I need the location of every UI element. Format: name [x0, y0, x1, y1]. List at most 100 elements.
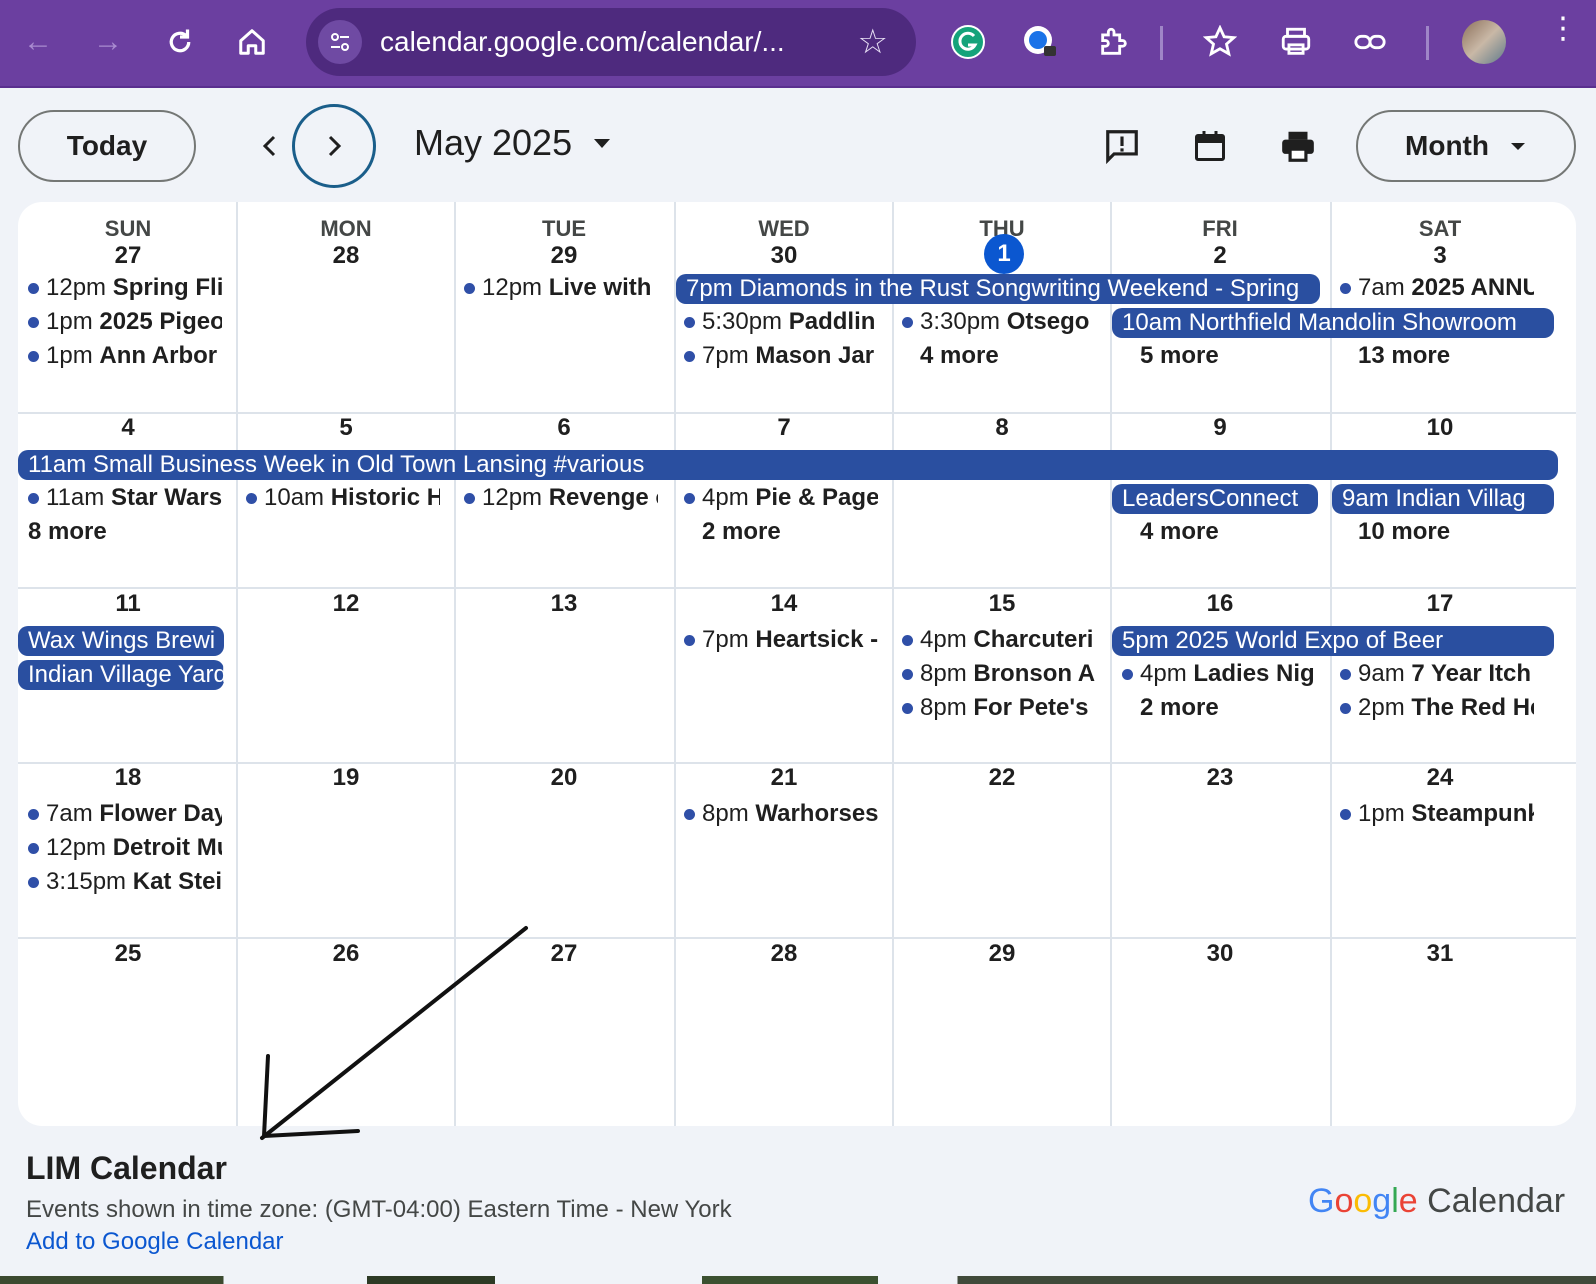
more-link[interactable]: 4 more [920, 340, 999, 372]
previous-month-icon[interactable] [250, 126, 290, 166]
event-chip[interactable]: 12pm Live with ( [462, 272, 658, 304]
event-chip[interactable]: 12pm Detroit Mu [26, 832, 222, 864]
event-chip[interactable]: 12pm Spring Flin [26, 272, 222, 304]
bookmark-star-icon[interactable]: ☆ [858, 22, 888, 62]
event-chip[interactable]: 8pm For Pete's [900, 692, 1096, 724]
date-number[interactable]: 24 [1330, 764, 1550, 792]
event-chip[interactable]: 3:30pm Otsego [900, 306, 1096, 338]
event-chip[interactable]: 1pm 2025 Pigeo [26, 306, 222, 338]
date-number[interactable]: 29 [892, 940, 1112, 968]
extensions-puzzle-icon[interactable] [1094, 22, 1134, 62]
print-calendar-icon[interactable] [1276, 124, 1320, 168]
date-number[interactable]: 18 [18, 764, 238, 792]
more-link[interactable]: 2 more [1140, 692, 1219, 724]
date-number[interactable]: 11 [18, 590, 238, 618]
calendar-icon[interactable] [1188, 124, 1232, 168]
grammarly-extension-icon[interactable] [948, 22, 988, 62]
date-number[interactable]: 15 [892, 590, 1112, 618]
date-number[interactable]: 28 [674, 940, 894, 968]
event-bar[interactable]: Wax Wings Brewi [18, 626, 224, 656]
event-chip[interactable]: 11am Star Wars [26, 482, 222, 514]
event-chip[interactable]: 1pm Ann Arbor I [26, 340, 222, 372]
more-link[interactable]: 8 more [28, 516, 107, 548]
reload-icon[interactable] [158, 20, 202, 64]
event-chip[interactable]: 4pm Pie & Page [682, 482, 878, 514]
today-button[interactable]: Today [18, 110, 196, 182]
more-link[interactable]: 10 more [1358, 516, 1450, 548]
back-icon[interactable]: ← [16, 20, 60, 64]
next-month-icon[interactable] [292, 104, 376, 188]
date-number[interactable]: 10 [1330, 414, 1550, 442]
add-to-google-calendar-link[interactable]: Add to Google Calendar [26, 1228, 284, 1256]
date-number[interactable]: 23 [1110, 764, 1330, 792]
date-number[interactable]: 16 [1110, 590, 1330, 618]
feedback-icon[interactable] [1100, 124, 1144, 168]
print-icon[interactable] [1276, 22, 1316, 62]
event-bar[interactable]: 5pm 2025 World Expo of Beer [1112, 626, 1554, 656]
event-chip[interactable]: 7am Flower Day [26, 798, 222, 830]
password-extension-icon[interactable] [1020, 22, 1060, 62]
event-chip[interactable]: 7pm Mason Jar [682, 340, 878, 372]
browser-menu-icon[interactable]: ⋮ [1548, 14, 1578, 44]
event-chip[interactable]: 7pm Heartsick - [682, 624, 878, 656]
home-icon[interactable] [230, 20, 274, 64]
date-number[interactable]: 25 [18, 940, 238, 968]
more-link[interactable]: 4 more [1140, 516, 1219, 548]
date-number[interactable]: 28 [236, 242, 456, 270]
date-number[interactable]: 12 [236, 590, 456, 618]
date-number[interactable]: 17 [1330, 590, 1550, 618]
date-number[interactable]: 6 [454, 414, 674, 442]
event-bar[interactable]: 9am Indian Villag [1332, 484, 1554, 514]
today-date-badge[interactable]: 1 [984, 234, 1024, 274]
date-number[interactable]: 5 [236, 414, 456, 442]
date-number[interactable]: 30 [674, 242, 894, 270]
event-chip[interactable]: 9am 7 Year Itch [1338, 658, 1534, 690]
view-selector-button[interactable]: Month [1356, 110, 1576, 182]
date-number[interactable]: 27 [18, 242, 238, 270]
date-number[interactable]: 14 [674, 590, 894, 618]
more-link[interactable]: 5 more [1140, 340, 1219, 372]
event-chip[interactable]: 5:30pm Paddlin [682, 306, 878, 338]
date-number[interactable]: 9 [1110, 414, 1330, 442]
date-number[interactable]: 30 [1110, 940, 1330, 968]
more-link[interactable]: 2 more [702, 516, 781, 548]
date-number[interactable]: 13 [454, 590, 674, 618]
date-number[interactable]: 2 [1110, 242, 1330, 270]
google-calendar-logo[interactable]: Google Calendar [1308, 1182, 1565, 1221]
link-icon[interactable] [1350, 22, 1390, 62]
forward-icon[interactable]: → [86, 20, 130, 64]
event-chip[interactable]: 8pm Bronson Ar [900, 658, 1096, 690]
date-number[interactable]: 7 [674, 414, 894, 442]
date-number[interactable]: 19 [236, 764, 456, 792]
event-chip[interactable]: 1pm Steampunk [1338, 798, 1534, 830]
event-bar[interactable]: 10am Northfield Mandolin Showroom [1112, 308, 1554, 338]
event-bar[interactable]: Indian Village Yard [18, 660, 224, 690]
event-chip[interactable]: 12pm Revenge o [462, 482, 658, 514]
event-chip[interactable]: 4pm Ladies Nig [1120, 658, 1316, 690]
date-number[interactable]: 20 [454, 764, 674, 792]
site-info-icon[interactable] [318, 20, 362, 64]
date-number[interactable]: 27 [454, 940, 674, 968]
more-link[interactable]: 13 more [1358, 340, 1450, 372]
date-number[interactable]: 29 [454, 242, 674, 270]
profile-avatar[interactable] [1462, 20, 1506, 64]
url-text[interactable]: calendar.google.com/calendar/... [380, 26, 785, 58]
event-chip[interactable]: 2pm The Red He [1338, 692, 1534, 724]
date-number[interactable]: 3 [1330, 242, 1550, 270]
event-chip[interactable]: 10am Historic H [244, 482, 440, 514]
bookmarks-star-icon[interactable] [1200, 22, 1240, 62]
event-chip[interactable]: 4pm Charcuteri [900, 624, 1096, 656]
month-dropdown-caret-icon[interactable] [592, 136, 612, 155]
date-number[interactable]: 22 [892, 764, 1112, 792]
date-number[interactable]: 31 [1330, 940, 1550, 968]
event-chip[interactable]: 8pm Warhorses [682, 798, 878, 830]
date-number[interactable]: 26 [236, 940, 456, 968]
address-bar[interactable]: calendar.google.com/calendar/... ☆ [306, 8, 916, 76]
event-bar[interactable]: 7pm Diamonds in the Rust Songwriting Wee… [676, 274, 1320, 304]
date-number[interactable]: 21 [674, 764, 894, 792]
event-chip[interactable]: 3:15pm Kat Steil [26, 866, 222, 898]
event-chip[interactable]: 7am 2025 ANNU [1338, 272, 1534, 304]
event-bar[interactable]: LeadersConnect [1112, 484, 1318, 514]
event-bar[interactable]: 11am Small Business Week in Old Town Lan… [18, 450, 1558, 480]
date-number[interactable]: 8 [892, 414, 1112, 442]
